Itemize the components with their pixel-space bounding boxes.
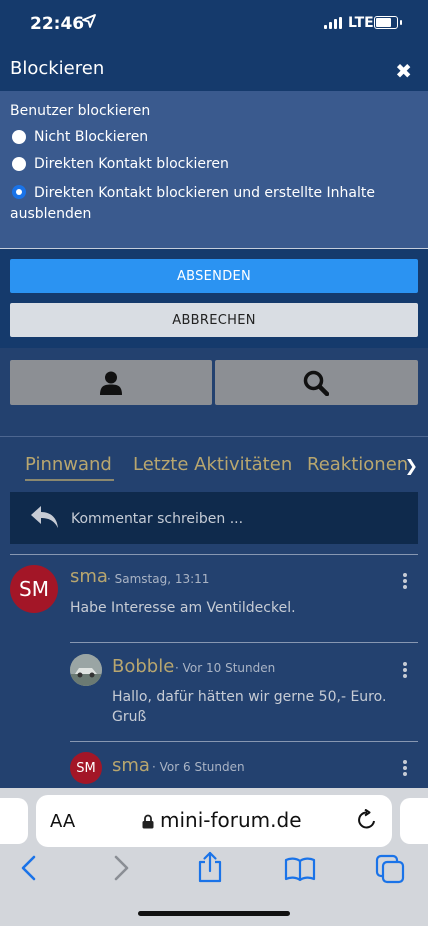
cancel-button[interactable]: ABBRECHEN [10,303,418,337]
radio-button[interactable] [12,130,26,144]
next-tab-preview[interactable] [400,798,428,844]
search-button[interactable] [215,360,418,405]
radio-button-selected[interactable] [12,185,26,199]
more-options-icon[interactable] [403,573,407,591]
post-author[interactable]: sma [70,566,108,587]
profile-button[interactable] [10,360,212,405]
modal-header: Blockieren ✖ [0,50,428,91]
close-icon[interactable]: ✖ [395,59,412,83]
avatar[interactable] [70,654,102,686]
submit-button[interactable]: ABSENDEN [10,259,418,293]
user-icon [100,371,122,395]
radio-label: Direkten Kontakt blockieren und erstellt… [10,185,375,222]
comment-placeholder: Kommentar schreiben ... [71,511,244,527]
radio-option-not-block[interactable]: Nicht Blockieren [10,127,410,148]
tab-pinnwand[interactable]: Pinnwand [25,454,112,475]
safari-toolbar: AA mini-forum.de [0,788,428,926]
battery-icon [374,16,402,29]
divider [70,741,418,742]
profile-tabs: Pinnwand Letzte Aktivitäten Reaktionen ❯ [0,450,428,486]
radio-button[interactable] [12,157,26,171]
divider [10,554,418,555]
status-bar: 22:46 LTE [0,0,428,50]
avatar[interactable]: SM [70,752,102,784]
search-icon [303,370,329,396]
radio-label: Direkten Kontakt blockieren [34,156,229,172]
post-text-line: Hallo, dafür hätten wir gerne 50,- Euro. [112,689,387,705]
more-options-icon[interactable] [403,662,407,680]
reload-icon[interactable] [356,809,378,831]
bookmarks-icon[interactable] [284,856,316,882]
tab-reaktionen[interactable]: Reaktionen [307,454,408,475]
car-photo-icon [70,654,102,686]
radio-label: Nicht Blockieren [34,129,149,145]
back-icon[interactable] [18,854,40,882]
active-tab-indicator [25,479,114,481]
home-indicator [138,911,290,916]
address-bar[interactable]: AA mini-forum.de [36,795,392,847]
section-label: Benutzer blockieren [10,103,151,119]
share-icon[interactable] [197,851,223,883]
comment-input[interactable]: Kommentar schreiben ... [10,492,418,544]
divider [70,642,418,643]
avatar[interactable]: SM [10,565,58,613]
status-time: 22:46 [30,14,85,34]
lock-icon [142,814,154,829]
post-timestamp: · Vor 10 Stunden [175,661,276,675]
previous-tab-preview[interactable] [0,798,28,844]
reader-settings-button[interactable]: AA [50,811,75,832]
modal-footer: ABSENDEN ABBRECHEN [0,249,428,348]
post-timestamp: · Vor 6 Stunden [152,760,245,774]
divider [0,436,428,437]
reply-icon [31,506,58,528]
page-background [0,348,428,788]
tabs-icon[interactable] [375,854,405,884]
post-timestamp: · Samstag, 13:11 [107,572,210,586]
post-text-line: Gruß [112,709,147,725]
network-label: LTE [348,15,374,31]
radio-option-block-and-hide[interactable]: Direkten Kontakt blockieren und erstellt… [10,183,390,225]
post-text: Habe Interesse am Ventildeckel. [70,600,296,616]
post-author[interactable]: sma [112,755,150,776]
modal-title: Blockieren [10,58,105,79]
chevron-right-icon[interactable]: ❯ [405,456,418,475]
location-arrow-icon [82,14,96,28]
forward-icon[interactable] [110,854,132,882]
tab-letzte-aktivitaeten[interactable]: Letzte Aktivitäten [133,454,292,475]
radio-option-block-contact[interactable]: Direkten Kontakt blockieren [10,154,410,175]
post-author[interactable]: Bobble [112,656,174,677]
url-text: mini-forum.de [160,808,302,832]
more-options-icon[interactable] [403,760,407,778]
signal-icon [324,17,342,29]
